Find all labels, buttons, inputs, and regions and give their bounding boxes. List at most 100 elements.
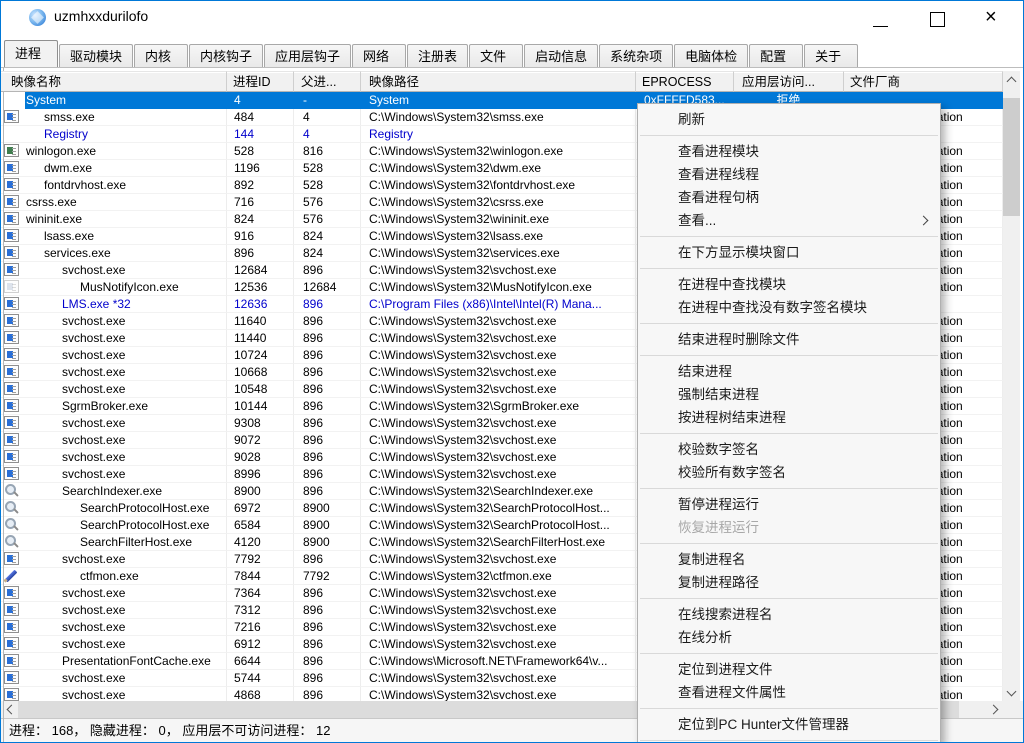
scroll-down-button[interactable]: [1003, 684, 1020, 701]
menu-item[interactable]: 恢复进程运行: [638, 516, 940, 539]
cell-pid: 144: [227, 126, 294, 143]
tab-12[interactable]: 关于: [804, 44, 858, 67]
process-name: svchost.exe: [62, 467, 125, 481]
cell-name: svchost.exe: [1, 636, 227, 653]
menu-item[interactable]: 在线搜索进程名: [638, 603, 940, 626]
cell-name: svchost.exe: [1, 415, 227, 432]
cell-path: C:\Windows\System32\svchost.exe: [361, 670, 636, 687]
cell-pid: 4120: [227, 534, 294, 551]
menu-item[interactable]: 查看进程文件属性: [638, 681, 940, 704]
process-name: svchost.exe: [62, 331, 125, 345]
cell-ppid: 896: [294, 262, 361, 279]
cell-pid: 9028: [227, 449, 294, 466]
menu-item-label: 定位到进程文件: [678, 662, 773, 677]
menu-item-label: 校验数字签名: [678, 442, 759, 457]
menu-item[interactable]: 结束进程时删除文件: [638, 328, 940, 351]
menu-item[interactable]: 复制进程名: [638, 548, 940, 571]
menu-item[interactable]: 强制结束进程: [638, 383, 940, 406]
cell-name: PresentationFontCache.exe: [1, 653, 227, 670]
maximize-button[interactable]: [909, 1, 966, 33]
tab-2[interactable]: 内核: [134, 44, 188, 67]
menu-item[interactable]: 结束进程: [638, 360, 940, 383]
tab-3[interactable]: 内核钩子: [189, 44, 263, 67]
cell-path: C:\Windows\System32\svchost.exe: [361, 466, 636, 483]
cell-pid: 9308: [227, 415, 294, 432]
process-name: svchost.exe: [62, 416, 125, 430]
menu-item[interactable]: 定位到进程文件: [638, 658, 940, 681]
tab-9[interactable]: 系统杂项: [599, 44, 673, 67]
column-header-0[interactable]: 映像名称: [1, 71, 227, 92]
menu-item[interactable]: 复制进程路径: [638, 571, 940, 594]
cell-path: C:\Windows\Microsoft.NET\Framework64\v..…: [361, 653, 636, 670]
process-name: lsass.exe: [44, 229, 94, 243]
process-name: Registry: [44, 127, 88, 141]
cell-name: csrss.exe: [1, 194, 227, 211]
cell-ppid: 896: [294, 670, 361, 687]
maximize-icon: [930, 12, 945, 27]
process-name: SearchProtocolHost.exe: [80, 501, 209, 515]
scroll-right-button[interactable]: [986, 701, 1003, 718]
column-header-5[interactable]: 应用层访问...: [734, 71, 844, 92]
close-button[interactable]: ×: [966, 1, 1023, 33]
cell-ppid: 896: [294, 551, 361, 568]
menu-item[interactable]: 定位到PC Hunter文件管理器: [638, 713, 940, 736]
process-name: svchost.exe: [62, 314, 125, 328]
tab-10[interactable]: 电脑体检: [674, 44, 748, 67]
tab-4[interactable]: 应用层钩子: [264, 44, 351, 67]
context-menu: 刷新查看进程模块查看进程线程查看进程句柄查看... 在下方显示模块窗口在进程中查找…: [637, 103, 941, 743]
cell-name: SearchFilterHost.exe: [1, 534, 227, 551]
column-header-6[interactable]: 文件厂商: [844, 71, 1003, 92]
process-name: svchost.exe: [62, 263, 125, 277]
menu-item[interactable]: 校验数字签名: [638, 438, 940, 461]
menu-item[interactable]: 在进程中查找模块: [638, 273, 940, 296]
vertical-scrollbar[interactable]: [1003, 71, 1020, 701]
tab-11[interactable]: 配置: [749, 44, 803, 67]
menu-item[interactable]: 校验所有数字签名: [638, 461, 940, 484]
process-name: svchost.exe: [62, 450, 125, 464]
tab-7[interactable]: 文件: [469, 44, 523, 67]
tab-0[interactable]: 进程: [4, 40, 58, 67]
menu-item[interactable]: 在下方显示模块窗口: [638, 241, 940, 264]
cell-ppid: 8900: [294, 517, 361, 534]
minimize-button[interactable]: [852, 1, 909, 33]
menu-item[interactable]: 查看进程模块: [638, 140, 940, 163]
menu-item[interactable]: 在进程中查找没有数字签名模块: [638, 296, 940, 319]
cell-ppid: 4: [294, 109, 361, 126]
menu-item[interactable]: 按进程树结束进程: [638, 406, 940, 429]
column-header-2[interactable]: 父进...: [294, 71, 361, 92]
cell-ppid: 896: [294, 449, 361, 466]
column-header-4[interactable]: EPROCESS: [636, 71, 734, 92]
app-window: uzmhxxdurilofo × 进程驱动模块内核内核钩子应用层钩子网络注册表文…: [0, 0, 1024, 743]
menu-item[interactable]: 查看...: [638, 209, 940, 232]
process-name: svchost.exe: [62, 348, 125, 362]
cell-pid: 1196: [227, 160, 294, 177]
menu-item[interactable]: 暂停进程运行: [638, 493, 940, 516]
column-header-3[interactable]: 映像路径: [361, 71, 636, 92]
tab-8[interactable]: 启动信息: [524, 44, 598, 67]
vertical-scroll-thumb[interactable]: [1003, 98, 1020, 216]
menu-item[interactable]: 查看进程句柄: [638, 186, 940, 209]
cell-name: svchost.exe: [1, 364, 227, 381]
cell-name: Registry: [1, 126, 227, 143]
cell-name: svchost.exe: [1, 687, 227, 701]
cell-pid: 7844: [227, 568, 294, 585]
cell-path: C:\Windows\System32\svchost.exe: [361, 449, 636, 466]
menu-item[interactable]: 在线分析: [638, 626, 940, 649]
tab-1[interactable]: 驱动模块: [59, 44, 133, 67]
column-header-1[interactable]: 进程ID: [227, 71, 294, 92]
cell-path: C:\Windows\System32\lsass.exe: [361, 228, 636, 245]
scroll-up-button[interactable]: [1003, 71, 1020, 88]
process-icon: [4, 263, 19, 276]
process-name: svchost.exe: [62, 433, 125, 447]
menu-item-label: 校验所有数字签名: [678, 465, 786, 480]
tab-5[interactable]: 网络: [352, 44, 406, 67]
pen-icon: [4, 569, 19, 582]
cell-pid: 10144: [227, 398, 294, 415]
cell-pid: 11640: [227, 313, 294, 330]
menu-item[interactable]: 查看进程线程: [638, 163, 940, 186]
process-name: SearchIndexer.exe: [62, 484, 162, 498]
cell-pid: 10548: [227, 381, 294, 398]
process-icon: [4, 212, 19, 225]
tab-6[interactable]: 注册表: [407, 44, 468, 67]
menu-item[interactable]: 刷新: [638, 108, 940, 131]
